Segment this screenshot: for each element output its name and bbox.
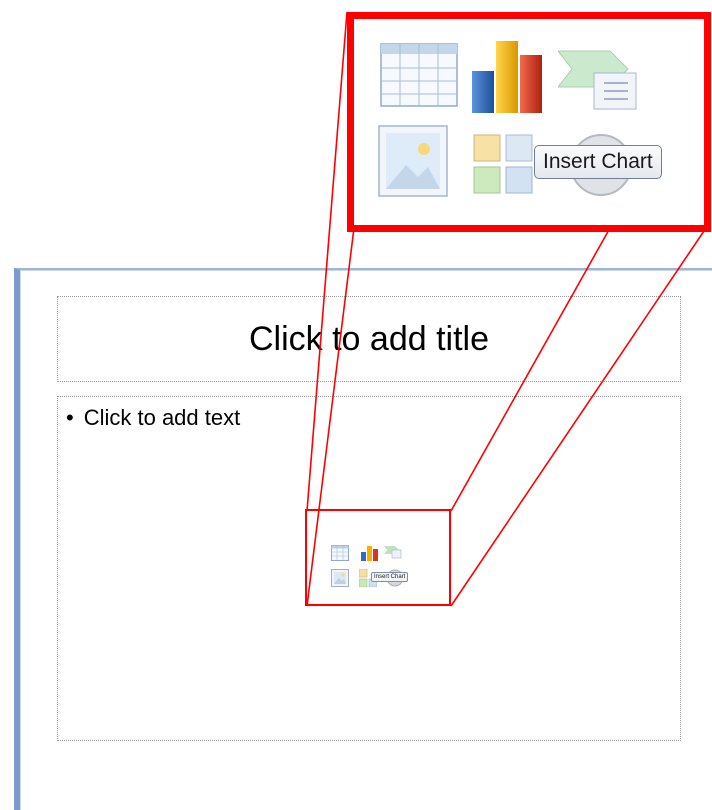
zoom-callout: Insert Chart (347, 12, 711, 232)
zoom-highlight-box (305, 509, 451, 606)
chart-icon (472, 41, 542, 113)
picture-icon (378, 125, 448, 197)
table-icon (380, 43, 458, 107)
smartart-icon (558, 50, 637, 110)
insert-chart-tooltip: Insert Chart (534, 145, 662, 179)
clipart-icon (473, 134, 533, 194)
